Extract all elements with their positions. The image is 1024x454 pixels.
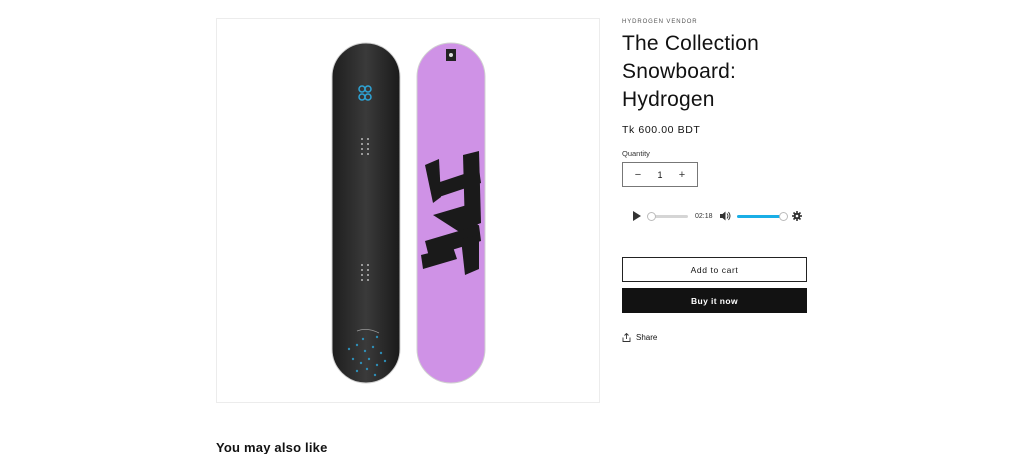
volume-thumb[interactable] [778,211,788,221]
product-image[interactable] [216,18,600,403]
quantity-increase-button[interactable]: + [675,168,689,182]
add-to-cart-button[interactable]: Add to cart [622,257,807,282]
share-icon [622,333,631,342]
audio-player: 02:18 [632,209,802,223]
quantity-stepper: − 1 + [622,162,698,187]
volume-slider[interactable] [736,211,788,221]
audio-time: 02:18 [695,212,713,220]
share-label: Share [636,333,658,342]
product-price: Tk 600.00 BDT [622,124,701,136]
volume-icon[interactable] [719,211,731,221]
quantity-input[interactable]: 1 [657,170,662,180]
quantity-decrease-button[interactable]: − [631,168,645,182]
gear-icon[interactable] [791,211,802,221]
buy-it-now-button[interactable]: Buy it now [622,288,807,313]
play-icon[interactable] [632,210,642,222]
related-products-heading: You may also like [216,440,328,454]
product-info: HYDROGEN VENDOR The Collection Snowboard… [622,18,808,187]
snowboard-image [331,42,486,384]
audio-progress-thumb[interactable] [647,211,656,221]
audio-progress-slider[interactable] [647,211,688,221]
share-button[interactable]: Share [622,333,657,342]
product-vendor: HYDROGEN VENDOR [622,19,698,25]
product-title: The Collection Snowboard: Hydrogen [622,32,760,111]
quantity-label: Quantity [622,149,650,158]
